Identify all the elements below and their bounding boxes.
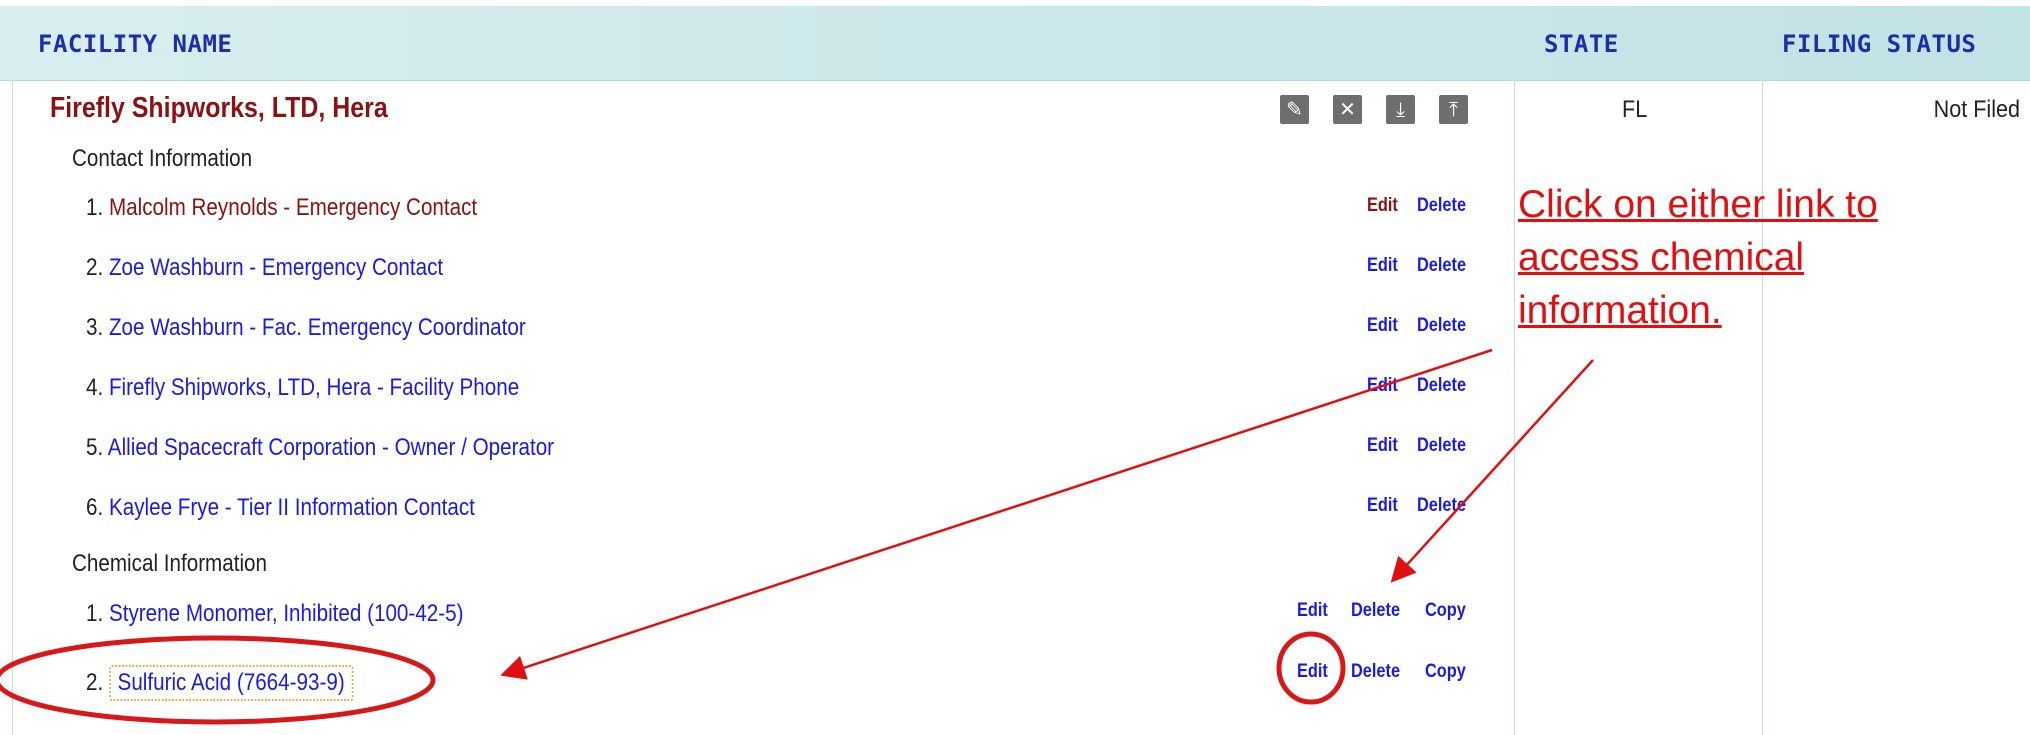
arrow-to-chemical-link bbox=[500, 348, 1493, 680]
sulfuric-acid-highlight-circle bbox=[0, 635, 436, 725]
annotation-overlay bbox=[0, 348, 1594, 725]
arrow-to-edit-link bbox=[1390, 359, 1594, 583]
edit-link-highlight-circle bbox=[1276, 631, 1346, 705]
